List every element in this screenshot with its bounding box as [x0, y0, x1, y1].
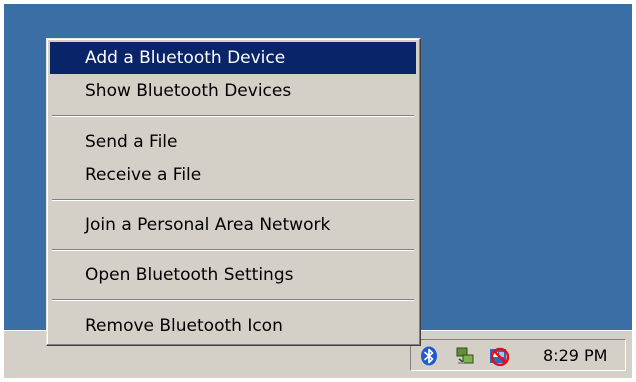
menu-item-show-bluetooth-devices[interactable]: Show Bluetooth Devices [50, 75, 416, 107]
menu-item-receive-file[interactable]: Receive a File [50, 159, 416, 191]
security-alert-icon[interactable] [489, 346, 510, 367]
menu-item-open-bluetooth-settings[interactable]: Open Bluetooth Settings [50, 259, 416, 291]
clock[interactable]: 8:29 PM [543, 346, 607, 366]
menu-item-add-bluetooth-device[interactable]: Add a Bluetooth Device [50, 42, 416, 74]
bluetooth-icon[interactable] [419, 346, 439, 366]
menu-separator [52, 199, 414, 201]
bluetooth-context-menu: Add a Bluetooth Device Show Bluetooth De… [46, 38, 421, 346]
menu-item-send-file[interactable]: Send a File [50, 126, 416, 158]
network-icon[interactable] [455, 346, 475, 366]
system-tray: 8:29 PM [410, 339, 626, 371]
menu-separator [52, 299, 414, 301]
menu-separator [52, 115, 414, 117]
menu-item-remove-bluetooth-icon[interactable]: Remove Bluetooth Icon [50, 310, 416, 342]
menu-item-join-personal-area-network[interactable]: Join a Personal Area Network [50, 209, 416, 241]
menu-separator [52, 249, 414, 251]
